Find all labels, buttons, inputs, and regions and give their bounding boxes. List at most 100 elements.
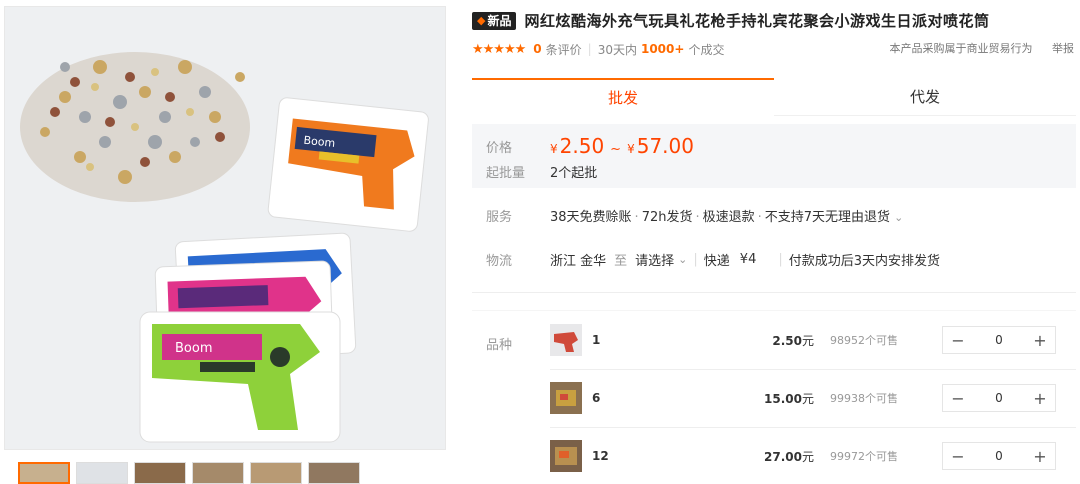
tab-wholesale[interactable]: 批发	[472, 78, 774, 116]
sku-price-value: 27.00	[764, 449, 802, 464]
quantity-input[interactable]: 0	[973, 391, 1025, 405]
section-divider	[472, 292, 1076, 293]
title-row: ◆ 新品 网红炫酷海外充气玩具礼花枪手持礼宾花聚会小游戏生日派对喷花筒	[472, 10, 990, 31]
sold-prefix: 30天内	[597, 42, 637, 57]
thumbnail-4[interactable]	[192, 462, 244, 484]
dot-separator: ·	[634, 210, 639, 225]
moq-row: 起批量 2个起批	[486, 162, 597, 181]
currency-symbol: ¥	[550, 142, 558, 156]
tab-dropship[interactable]: 代发	[774, 78, 1076, 116]
sku-name: 6	[592, 391, 601, 405]
product-detail-page: Boom Boom ◆ 新品 网红炫酷海外充气玩具礼花枪手持礼宾花聚会小游戏生日…	[0, 0, 1080, 484]
product-title: 网红炫酷海外充气玩具礼花枪手持礼宾花聚会小游戏生日派对喷花筒	[524, 12, 990, 30]
sku-row: 1 2.50元 98952个可售 − 0 +	[550, 311, 1076, 369]
price-box: 价格 ¥2.50 ~ ¥57.00 起批量 2个起批	[472, 124, 1076, 188]
service-list[interactable]: 38天免费赊账 · 72h发货 · 极速退款 · 不支持7天无理由退货 ⌄	[550, 206, 903, 225]
sku-thumbnail[interactable]	[550, 324, 582, 356]
sku-stock: 99972个可售	[830, 450, 898, 463]
sku-name: 12	[592, 449, 609, 463]
star-rating-icon: ★★★★★	[472, 41, 526, 57]
sku-image	[554, 332, 578, 352]
sku-image	[556, 390, 576, 406]
diamond-icon: ◆	[477, 14, 486, 27]
sku-price: 15.00元	[764, 390, 814, 407]
review-suffix[interactable]: 条评价	[546, 41, 582, 58]
price-min: 2.50	[559, 134, 605, 158]
shipping-note: 付款成功后3天内安排发货	[788, 254, 941, 269]
service-item: 38天免费赊账	[550, 210, 632, 225]
image-gallery: Boom Boom	[4, 0, 448, 484]
report-link[interactable]: 举报	[1052, 42, 1074, 55]
sku-price-unit: 元	[801, 333, 814, 348]
thumbnail-5[interactable]	[250, 462, 302, 484]
sku-name: 1	[592, 333, 601, 347]
quantity-stepper: − 0 +	[942, 442, 1056, 470]
dot-separator: ·	[757, 210, 762, 225]
quantity-stepper: − 0 +	[942, 326, 1056, 354]
chevron-down-icon[interactable]: ⌄	[678, 253, 687, 266]
purchase-tabs: 批发 代发	[472, 78, 1076, 116]
new-badge-label: 新品	[487, 14, 512, 28]
quantity-stepper: − 0 +	[942, 384, 1056, 412]
destination-select[interactable]: 请选择	[635, 250, 674, 269]
sku-row: 12 27.00元 99972个可售 − 0 +	[550, 427, 1076, 484]
rating-row: ★★★★★ 0 条评价 | 30天内 1000+ 个成交 本产品采购属于商业贸易…	[472, 40, 1080, 58]
decrement-button[interactable]: −	[943, 447, 973, 466]
shipping-fee: ¥4	[739, 252, 757, 267]
increment-button[interactable]: +	[1025, 447, 1055, 466]
new-badge: ◆ 新品	[472, 11, 517, 30]
divider: |	[778, 252, 783, 267]
dot-separator: ·	[695, 210, 700, 225]
thumbnail-3[interactable]	[134, 462, 186, 484]
main-product-image[interactable]: Boom Boom	[4, 6, 446, 450]
service-label: 服务	[486, 210, 513, 225]
service-row: 服务 38天免费赊账 · 72h发货 · 极速退款 · 不支持7天无理由退货 ⌄	[486, 206, 903, 225]
price-range: ¥2.50 ~ ¥57.00	[550, 134, 694, 158]
decrement-button[interactable]: −	[943, 331, 973, 350]
review-count[interactable]: 0	[533, 42, 541, 56]
product-info-panel: ◆ 新品 网红炫酷海外充气玩具礼花枪手持礼宾花聚会小游戏生日派对喷花筒 ★★★★★…	[472, 0, 1080, 484]
service-item: 不支持7天无理由退货	[764, 210, 891, 225]
origin: 浙江 金华	[550, 254, 607, 269]
sku-price-value: 15.00	[764, 391, 802, 406]
sku-thumbnail[interactable]	[550, 440, 582, 472]
logistics-label: 物流	[486, 254, 513, 269]
svg-text:Boom: Boom	[175, 341, 213, 356]
shipping-method: 快递	[703, 254, 730, 269]
decrement-button[interactable]: −	[943, 389, 973, 408]
chevron-down-icon[interactable]: ⌄	[894, 211, 903, 224]
sku-image	[555, 447, 577, 465]
sku-thumbnail[interactable]	[550, 382, 582, 414]
sku-stock: 98952个可售	[830, 334, 898, 347]
sku-row: 6 15.00元 99938个可售 − 0 +	[550, 369, 1076, 427]
sku-stock: 99938个可售	[830, 392, 898, 405]
thumbnail-1[interactable]	[18, 462, 70, 484]
thumbnail-6[interactable]	[308, 462, 360, 484]
moq-value: 2个起批	[550, 166, 598, 181]
divider: |	[693, 252, 698, 267]
quantity-input[interactable]: 0	[973, 333, 1025, 347]
moq-label: 起批量	[486, 166, 526, 181]
thumbnail-strip	[4, 462, 448, 484]
sku-price: 2.50元	[772, 332, 814, 349]
sku-price-unit: 元	[801, 449, 814, 464]
currency-symbol-max: ¥	[627, 142, 635, 156]
sku-price-unit: 元	[801, 391, 814, 406]
sold-count: 1000+	[640, 42, 685, 56]
divider: |	[587, 42, 592, 56]
price-row: 价格 ¥2.50 ~ ¥57.00	[486, 134, 694, 158]
price-label: 价格	[486, 140, 513, 156]
quantity-input[interactable]: 0	[973, 449, 1025, 463]
price-separator: ~	[610, 142, 622, 157]
meta-right: 本产品采购属于商业贸易行为 举报	[874, 40, 1075, 56]
sku-price-value: 2.50	[772, 333, 802, 348]
sku-price: 27.00元	[764, 448, 814, 465]
thumbnail-2[interactable]	[76, 462, 128, 484]
sku-label: 品种	[486, 338, 513, 353]
sold-suffix: 个成交	[688, 42, 725, 57]
service-item: 72h发货	[641, 210, 693, 225]
to-label: 至	[614, 254, 628, 269]
price-max: 57.00	[636, 134, 694, 158]
increment-button[interactable]: +	[1025, 389, 1055, 408]
increment-button[interactable]: +	[1025, 331, 1055, 350]
